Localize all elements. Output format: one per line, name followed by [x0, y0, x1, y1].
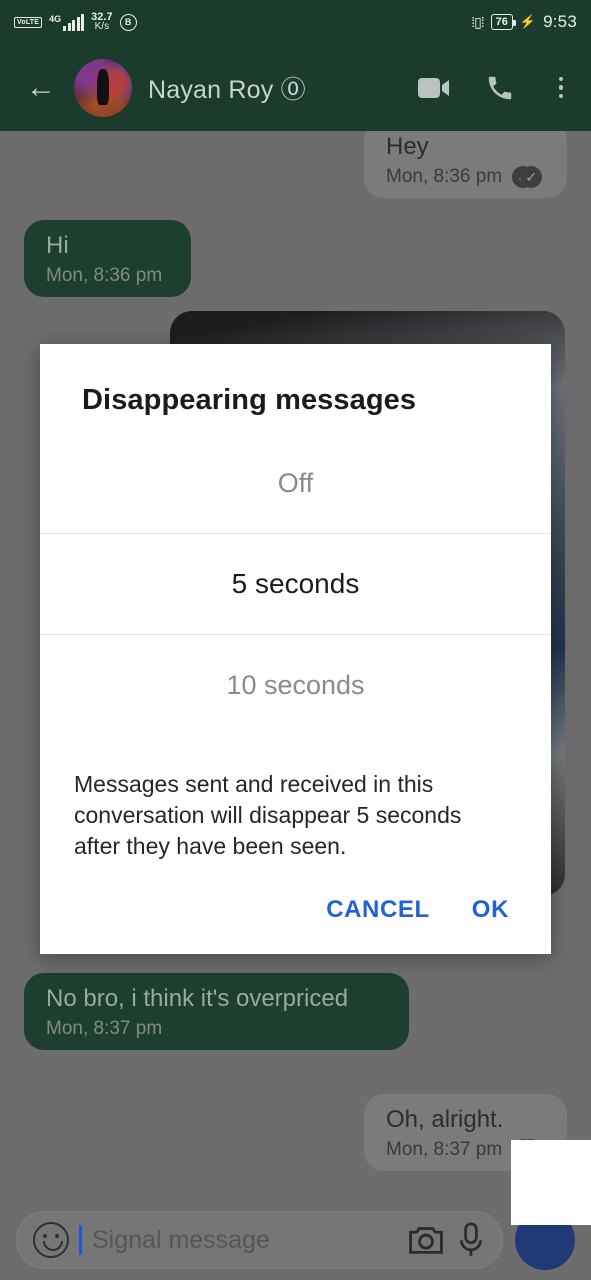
ok-button[interactable]: OK	[472, 896, 509, 924]
dialog-actions: CANCEL OK	[40, 862, 551, 954]
dialog-title: Disappearing messages	[82, 384, 417, 416]
dialog-description: Messages sent and received in this conve…	[74, 771, 462, 859]
duration-option-10-seconds[interactable]: 10 seconds	[40, 635, 551, 735]
duration-option-off[interactable]: Off	[40, 433, 551, 533]
disappearing-messages-dialog: Disappearing messages Off 5 seconds 10 s…	[40, 344, 551, 954]
phone-screen: VoLTE 4G 32.7 K/s B ⁞▯⁞ 76 ⚡ 9:53 ← Naya…	[0, 0, 591, 1280]
cancel-button[interactable]: CANCEL	[326, 896, 430, 924]
duration-picker[interactable]: Off 5 seconds 10 seconds	[40, 417, 551, 735]
duration-option-5-seconds[interactable]: 5 seconds	[40, 534, 551, 634]
